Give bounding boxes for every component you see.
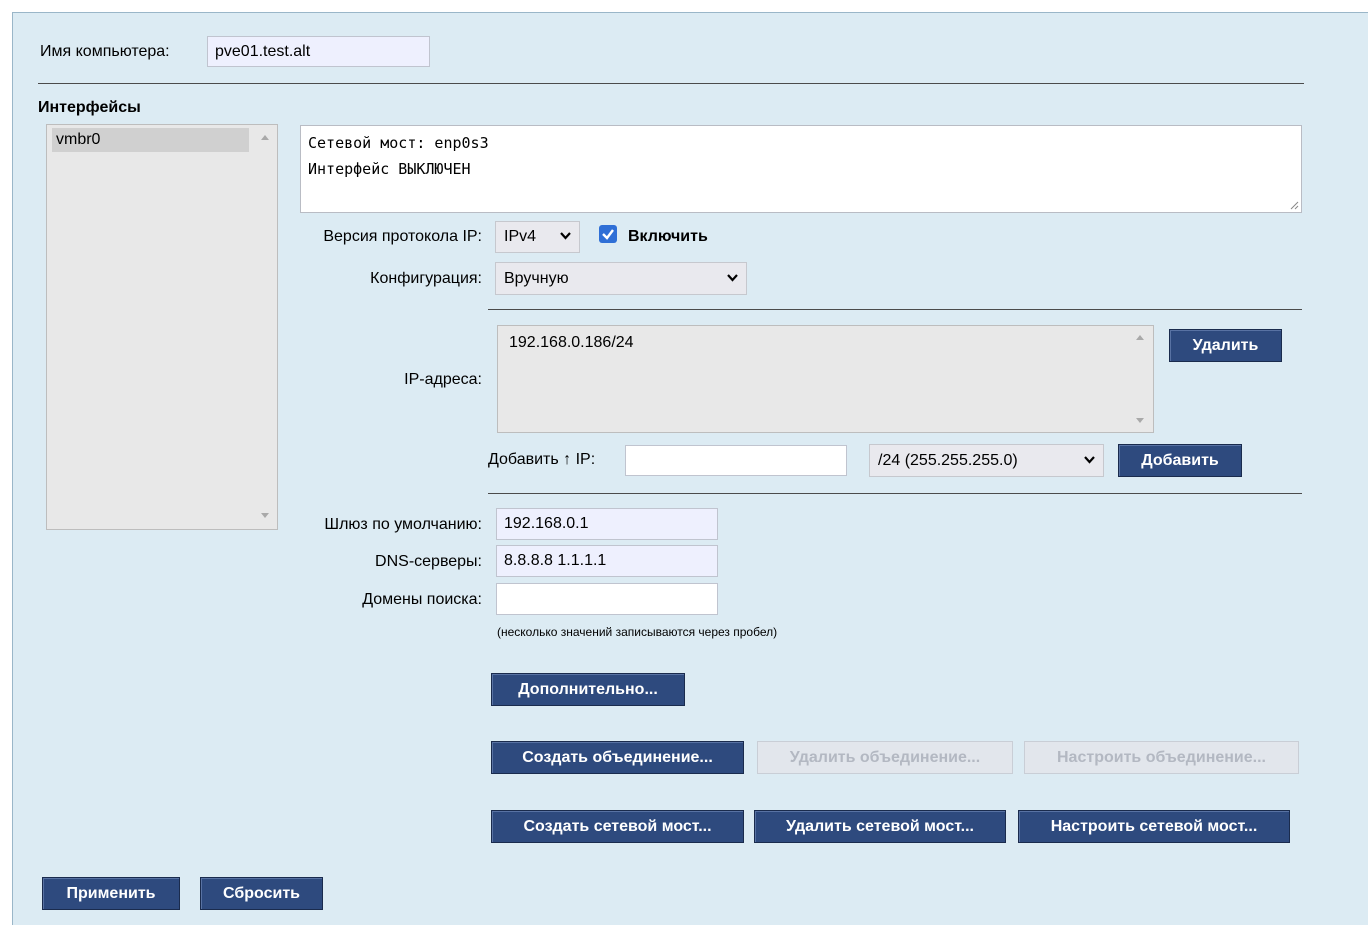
interfaces-list[interactable]: vmbr0 — [46, 124, 278, 530]
list-item[interactable]: 192.168.0.186/24 — [509, 334, 634, 352]
configuration-label: Конфигурация: — [370, 270, 482, 287]
scroll-down-icon[interactable] — [261, 513, 269, 518]
netmask-select[interactable]: /24 (255.255.255.0) — [869, 444, 1104, 477]
enable-label: Включить — [628, 228, 708, 245]
divider — [488, 309, 1302, 310]
add-ip-label: Добавить ↑ IP: — [488, 451, 596, 468]
apply-button[interactable]: Применить — [42, 877, 180, 910]
scroll-up-icon[interactable] — [261, 135, 269, 140]
info-line-2: Интерфейс ВЫКЛЮЧЕН — [308, 160, 471, 178]
delete-bridge-button[interactable]: Удалить сетевой мост... — [754, 810, 1006, 843]
ip-version-value: IPv4 — [504, 228, 537, 245]
interface-info-textarea[interactable]: Сетевой мост: enp0s3 Интерфейс ВЫКЛЮЧЕН — [300, 125, 1302, 213]
check-icon — [602, 229, 614, 240]
dns-label: DNS-серверы: — [375, 553, 482, 570]
divider — [488, 493, 1302, 494]
chevron-down-icon — [1084, 455, 1095, 464]
info-line-1: Сетевой мост: enp0s3 — [308, 134, 489, 152]
enable-checkbox[interactable] — [599, 225, 617, 243]
ip-version-select[interactable]: IPv4 — [495, 221, 580, 253]
hostname-input[interactable]: pve01.test.alt — [207, 36, 430, 67]
scroll-down-icon[interactable] — [1136, 418, 1144, 423]
add-ip-input[interactable] — [625, 445, 847, 476]
configure-bond-button[interactable]: Настроить объединение... — [1024, 741, 1299, 774]
create-bond-button[interactable]: Создать объединение... — [491, 741, 744, 774]
delete-bond-button[interactable]: Удалить объединение... — [757, 741, 1013, 774]
gateway-label: Шлюз по умолчанию: — [324, 516, 482, 533]
chevron-down-icon — [560, 232, 571, 240]
netmask-value: /24 (255.255.255.0) — [878, 451, 1018, 469]
resize-grip-icon[interactable] — [1289, 200, 1299, 210]
reset-button[interactable]: Сбросить — [200, 877, 323, 910]
search-domains-input[interactable] — [496, 583, 718, 615]
ip-addresses-label: IP-адреса: — [404, 371, 482, 388]
configuration-select[interactable]: Вручную — [495, 262, 747, 295]
scroll-up-icon[interactable] — [1136, 335, 1144, 340]
hostname-label: Имя компьютера: — [40, 43, 170, 60]
ip-version-label: Версия протокола IP: — [323, 228, 482, 245]
gateway-input[interactable]: 192.168.0.1 — [496, 508, 718, 540]
chevron-down-icon — [727, 273, 738, 282]
delete-ip-button[interactable]: Удалить — [1169, 329, 1282, 362]
configure-bridge-button[interactable]: Настроить сетевой мост... — [1018, 810, 1290, 843]
create-bridge-button[interactable]: Создать сетевой мост... — [491, 810, 744, 843]
add-ip-button[interactable]: Добавить — [1118, 444, 1242, 477]
advanced-button[interactable]: Дополнительно... — [491, 673, 685, 706]
list-item-selected[interactable]: vmbr0 — [52, 128, 249, 152]
dns-input[interactable]: 8.8.8.8 1.1.1.1 — [496, 545, 718, 577]
interfaces-heading: Интерфейсы — [38, 99, 141, 116]
hint-text: (несколько значений записываются через п… — [497, 625, 778, 639]
divider — [38, 83, 1304, 84]
search-domains-label: Домены поиска: — [362, 591, 482, 608]
ip-addresses-list[interactable]: 192.168.0.186/24 — [497, 325, 1154, 433]
interface-item-vmbr0: vmbr0 — [56, 131, 101, 148]
configuration-value: Вручную — [504, 269, 569, 287]
